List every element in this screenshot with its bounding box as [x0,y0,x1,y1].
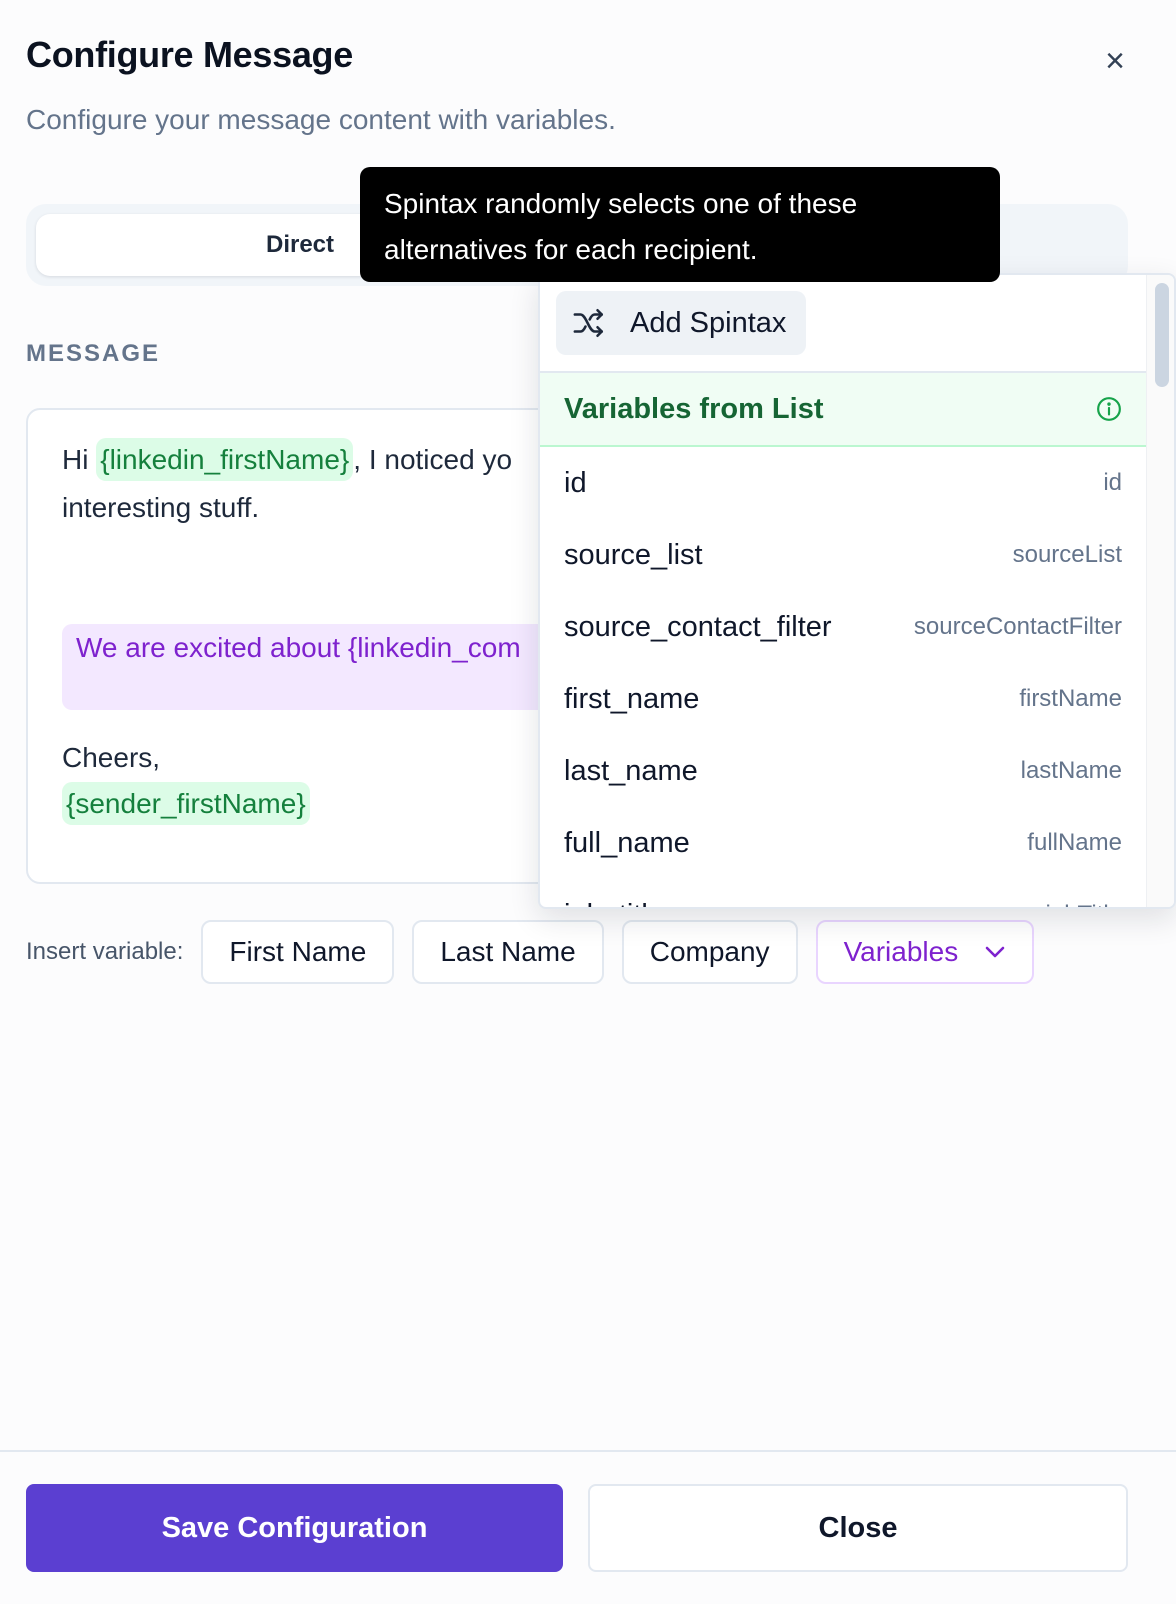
variable-option-name: job_title [564,899,664,908]
variable-option-name: first_name [564,682,700,715]
message-closing: Cheers, [62,742,161,773]
dropdown-scrollbar-thumb[interactable] [1155,283,1169,387]
close-icon[interactable]: × [1098,44,1132,78]
variable-option-key: id [1103,469,1122,496]
chevron-down-icon [984,939,1006,965]
message-signature-line: {sender_firstName} [62,782,310,825]
variables-dropdown-menu: Add Spintax Variables from List id id so… [538,273,1176,909]
greeting-text: Hi [62,444,97,475]
variable-option-key: fullName [1027,829,1122,856]
message-line-2: interesting stuff. [62,492,260,523]
variable-option-key: jobTitle [1046,901,1122,907]
variable-option-name: source_list [564,538,703,571]
variable-option-first-name[interactable]: first_name firstName [540,663,1146,735]
spintax-tooltip: Spintax randomly selects one of these al… [360,167,1000,282]
shuffle-icon [573,308,604,338]
variables-button-label: Variables [843,936,959,967]
insert-last-name-button[interactable]: Last Name [412,920,604,984]
insert-variable-label: Insert variable: [26,938,184,965]
variable-chip-sender-firstname[interactable]: {sender_firstName} [62,782,310,825]
add-spintax-label: Add Spintax [630,306,787,339]
message-section-label: MESSAGE [26,340,161,367]
message-line-greeting: Hi {linkedin_firstName}, I noticed yo [62,438,513,481]
dropdown-content: Add Spintax Variables from List id id so… [540,275,1146,908]
insert-first-name-button[interactable]: First Name [201,920,395,984]
variable-option-full-name[interactable]: full_name fullName [540,807,1146,879]
greeting-suffix: , I noticed yo [353,444,513,475]
variable-option-name: full_name [564,826,690,859]
configure-message-dialog: Configure Message × Configure your messa… [0,0,1176,1604]
variable-option-id[interactable]: id id [540,447,1146,519]
info-icon[interactable] [1096,396,1122,422]
variables-dropdown-button[interactable]: Variables [815,920,1035,984]
variable-option-key: sourceContactFilter [913,613,1122,640]
insert-variable-row: Insert variable: First Name Last Name Co… [26,920,1052,984]
save-configuration-button[interactable]: Save Configuration [26,1484,563,1572]
variable-option-name: source_contact_filter [564,610,832,643]
close-button[interactable]: Close [588,1484,1128,1572]
insert-company-button[interactable]: Company [621,920,798,984]
variable-option-source-list[interactable]: source_list sourceList [540,519,1146,591]
variable-chip-linkedin-firstname[interactable]: {linkedin_firstName} [96,438,354,481]
add-spintax-button[interactable]: Add Spintax [556,291,806,355]
variables-group-header: Variables from List [540,373,1146,447]
variable-option-last-name[interactable]: last_name lastName [540,735,1146,807]
variable-option-name: last_name [564,754,698,787]
variable-option-key: firstName [1019,685,1122,712]
variable-option-source-contact-filter[interactable]: source_contact_filter sourceContactFilte… [540,591,1146,663]
variable-option-job-title[interactable]: job_title jobTitle [540,879,1146,908]
footer-divider [0,1450,1176,1452]
dropdown-scrollbar[interactable] [1146,275,1174,907]
variable-option-key: sourceList [1012,541,1122,568]
dialog-title: Configure Message [26,34,353,75]
variables-group-title: Variables from List [564,392,824,425]
dialog-description: Configure your message content with vari… [26,104,616,135]
variable-option-name: id [564,466,587,499]
variable-option-key: lastName [1020,757,1122,784]
